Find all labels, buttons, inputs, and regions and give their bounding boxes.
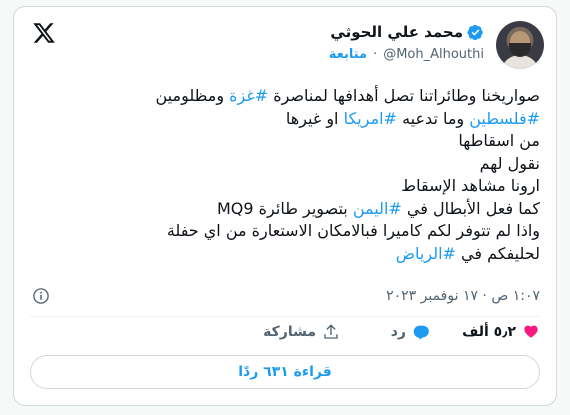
tweet-text-segment: كما فعل الأبطال في [401, 198, 540, 218]
tweet-line: لحليفكم في #الرياض [40, 243, 540, 266]
hashtag-link[interactable]: #غزة [229, 86, 268, 105]
hashtag-link[interactable]: #امريكا [344, 109, 397, 128]
tweet-text-segment: وما تدعيه [397, 108, 470, 128]
tweet-text-segment: واذا لم تتوفر لكم كاميرا فبالامكان الاست… [166, 221, 540, 240]
tweet-card: محمد علي الحوثي متابعة · @Moh_Alhouthi ص… [13, 6, 557, 406]
share-button[interactable]: مشاركة [263, 323, 340, 341]
tweet-line: من اسقاطها [40, 130, 540, 153]
tweet-line: واذا لم تتوفر لكم كاميرا فبالامكان الاست… [40, 220, 540, 243]
reply-label: رد [390, 324, 406, 340]
tweet-text-segment: ارونا مشاهد الإسقاط [401, 176, 540, 195]
tweet-line: ارونا مشاهد الإسقاط [40, 175, 540, 198]
like-count: ٥٫٢ ألف [462, 324, 516, 340]
action-bar: ٥٫٢ ألف رد مشاركة [30, 323, 540, 347]
tweet-line: صواريخنا وطائراتنا تصل أهدافها لمناصرة #… [40, 85, 541, 108]
avatar[interactable] [496, 21, 544, 69]
tweet-text-segment: من اسقاطها [458, 131, 540, 150]
author-handle-row: متابعة · @Moh_Alhouthi [329, 47, 484, 62]
separator-dot: · [373, 47, 378, 62]
tweet-text-segment: ومظلومين [155, 86, 230, 105]
tweet-line: كما فعل الأبطال في #اليمن بتصوير طائرة M… [40, 198, 540, 221]
hashtag-link[interactable]: #الرياض [396, 244, 456, 263]
read-replies-button[interactable]: قراءة ٦٣١ ردًا [30, 355, 540, 389]
tweet-line: #فلسطين وما تدعيه #امريكا او غيرها [40, 108, 540, 131]
like-button[interactable]: ٥٫٢ ألف [462, 323, 540, 341]
tweet-text-segment: بتصوير طائرة MQ9 [217, 198, 353, 218]
tweet-text-segment: صواريخنا وطائراتنا تصل أهدافها لمناصرة [268, 86, 540, 105]
tweet-text-segment: او غيرها [285, 108, 344, 128]
share-label: مشاركة [263, 324, 316, 340]
share-icon [324, 324, 338, 339]
tweet-text-segment: لحليفكم في [455, 243, 540, 263]
heart-icon [524, 325, 538, 338]
info-icon[interactable] [32, 287, 50, 305]
verified-badge-icon [467, 24, 483, 40]
tweet-line: نقول لهم [40, 153, 540, 176]
author-handle[interactable]: @Moh_Alhouthi [383, 47, 484, 62]
hashtag-link[interactable]: #اليمن [353, 199, 402, 218]
x-logo-icon[interactable] [32, 21, 56, 45]
author-name-row[interactable]: محمد علي الحوثي [330, 23, 484, 41]
tweet-text-segment: نقول لهم [479, 153, 540, 173]
divider [30, 316, 540, 317]
tweet-timestamp[interactable]: ١:٠٧ ص · ١٧ نوفمبر ٢٠٢٣ [386, 288, 540, 304]
reply-bubble-icon [413, 325, 429, 340]
reply-button[interactable]: رد [391, 323, 430, 341]
tweet-text: صواريخنا وطائراتنا تصل أهدافها لمناصرة #… [40, 85, 541, 266]
follow-button[interactable]: متابعة [329, 47, 367, 62]
hashtag-link[interactable]: #فلسطين [469, 109, 540, 128]
author-name[interactable]: محمد علي الحوثي [330, 23, 463, 41]
